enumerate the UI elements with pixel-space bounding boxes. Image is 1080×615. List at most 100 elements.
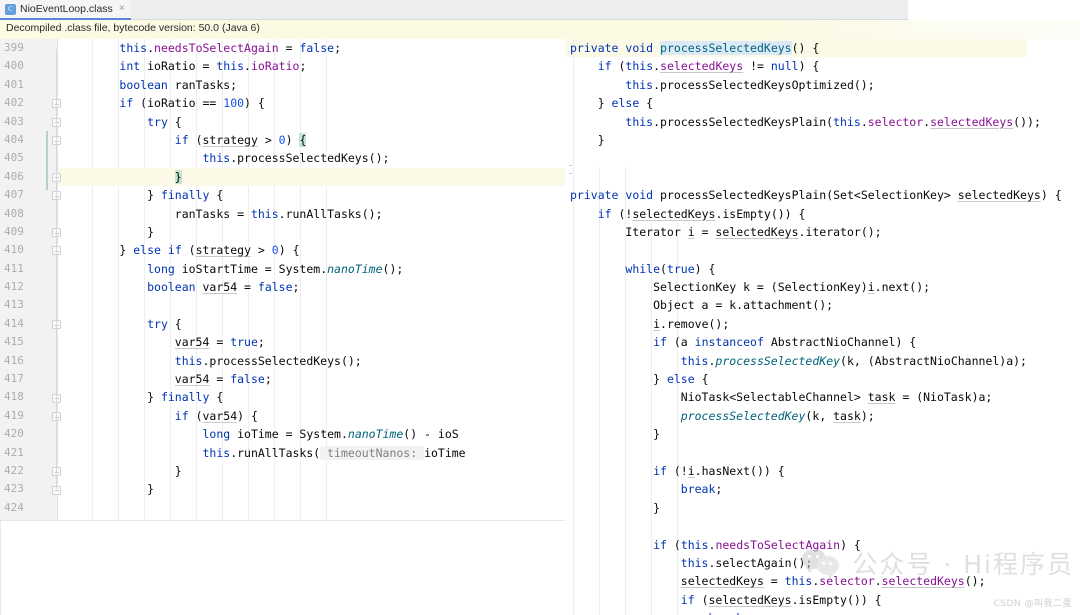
left-pane-empty-region [0, 520, 583, 615]
editor-area: 399 400 401 402 403 404 405 406 407 408 409 410 411 4… [0, 39, 1080, 615]
code-line[interactable]: if (strategy > 0) { [64, 131, 583, 149]
code-line[interactable]: this.processSelectedKeysPlain(this.selec… [570, 113, 1080, 131]
code-line[interactable]: if (ioRatio == 100) { [64, 94, 583, 112]
line-number: 406 [4, 169, 24, 183]
code-line[interactable]: try { [64, 315, 583, 333]
code-line[interactable]: boolean var54 = false; [64, 278, 583, 296]
line-number: 410 [4, 243, 24, 257]
line-number: 421 [4, 445, 24, 459]
code-line[interactable]: NioTask<SelectableChannel> task = (NioTa… [570, 388, 1080, 406]
close-icon[interactable]: × [117, 4, 125, 14]
code-line[interactable] [64, 499, 583, 517]
code-line[interactable]: } else { [570, 94, 1080, 112]
left-code-content[interactable]: this.needsToSelectAgain = false; int ioR… [58, 39, 583, 517]
code-line[interactable]: break; [570, 480, 1080, 498]
code-line[interactable]: if (this.selectedKeys != null) { [570, 57, 1080, 75]
line-number: 424 [4, 500, 24, 514]
code-line[interactable]: while(true) { [570, 260, 1080, 278]
editor-tab-bar: C NioEventLoop.class × [0, 0, 908, 20]
line-number: 411 [4, 261, 24, 275]
watermark-credit: CSDN @叫我二蛋 [993, 599, 1072, 609]
line-number: 407 [4, 188, 24, 202]
code-line[interactable]: processSelectedKey(k, task); [570, 407, 1080, 425]
line-number: 417 [4, 372, 24, 386]
fold-rail-line [56, 49, 57, 489]
code-line[interactable]: var54 = false; [64, 370, 583, 388]
code-line[interactable]: } else { [570, 370, 1080, 388]
code-line[interactable]: } [570, 499, 1080, 517]
code-line[interactable]: var54 = true; [64, 333, 583, 351]
decompiled-notice-text: Decompiled .class file, bytecode version… [6, 22, 260, 34]
code-line[interactable]: if (!selectedKeys.isEmpty()) { [570, 205, 1080, 223]
code-line[interactable]: try { [64, 113, 583, 131]
code-line[interactable]: this.processSelectedKey(k, (AbstractNioC… [570, 352, 1080, 370]
line-number: 405 [4, 151, 24, 165]
line-number: 422 [4, 463, 24, 477]
line-number: 419 [4, 408, 24, 422]
wechat-watermark: 公众号 · Hi程序员 [802, 545, 1074, 581]
code-line[interactable]: SelectionKey k = (SelectionKey)i.next(); [570, 278, 1080, 296]
line-number-column: 399 400 401 402 403 404 405 406 407 408 409 410 411 4… [0, 39, 40, 517]
code-line[interactable]: if (var54) { [64, 407, 583, 425]
decompiled-notice-banner: Decompiled .class file, bytecode version… [0, 20, 1080, 39]
code-line[interactable]: } [64, 462, 583, 480]
line-number: 400 [4, 59, 24, 73]
code-line[interactable]: ranTasks = this.runAllTasks(); [64, 205, 583, 223]
code-line[interactable]: } [570, 131, 1080, 149]
code-line[interactable]: if (!i.hasNext()) { [570, 462, 1080, 480]
code-line[interactable]: int ioRatio = this.ioRatio; [64, 57, 583, 75]
code-line[interactable]: if (a instanceof AbstractNioChannel) { [570, 333, 1080, 351]
line-number: 418 [4, 390, 24, 404]
code-line[interactable]: long ioTime = System.nanoTime() - ioS [64, 425, 583, 443]
wechat-icon [802, 548, 842, 579]
code-line[interactable]: i.remove(); [570, 315, 1080, 333]
code-line[interactable]: Object a = k.attachment(); [570, 296, 1080, 314]
code-line[interactable]: this.processSelectedKeysOptimized(); [570, 76, 1080, 94]
line-number: 416 [4, 353, 24, 367]
code-line[interactable]: private void processSelectedKeys() { [570, 39, 1080, 57]
code-line[interactable]: long ioStartTime = System.nanoTime(); [64, 260, 583, 278]
code-line[interactable] [570, 517, 1080, 535]
line-number: 409 [4, 224, 24, 238]
line-number: 412 [4, 280, 24, 294]
code-line[interactable]: } [64, 168, 583, 186]
code-line[interactable]: this.runAllTasks( timeoutNanos: ioTime [64, 444, 583, 462]
line-number: 403 [4, 114, 24, 128]
left-editor-pane[interactable]: 399 400 401 402 403 404 405 406 407 408 409 410 411 4… [0, 39, 583, 520]
code-block-bracket [46, 131, 48, 190]
line-number: 415 [4, 335, 24, 349]
line-number: 399 [4, 41, 24, 54]
code-line[interactable] [64, 296, 583, 314]
editor-tab-label: NioEventLoop.class [20, 3, 113, 15]
code-line[interactable]: } finally { [64, 388, 583, 406]
code-line[interactable] [570, 241, 1080, 259]
code-line[interactable]: private void processSelectedKeysPlain(Se… [570, 186, 1080, 204]
ide-window: C NioEventLoop.class × Decompiled .class… [0, 0, 1080, 615]
line-number: 402 [4, 96, 24, 110]
right-editor-pane[interactable]: private void processSelectedKeys() { if … [565, 39, 1080, 615]
line-number: 420 [4, 427, 24, 441]
code-line[interactable] [570, 168, 1080, 186]
right-code-content[interactable]: private void processSelectedKeys() { if … [570, 39, 1080, 615]
code-line[interactable]: Iterator i = selectedKeys.iterator(); [570, 223, 1080, 241]
left-gutter[interactable]: 399 400 401 402 403 404 405 406 407 408 409 410 411 4… [0, 39, 58, 520]
editor-tab-nioeventloop[interactable]: C NioEventLoop.class × [0, 0, 131, 20]
code-line[interactable]: } [64, 223, 583, 241]
code-line[interactable]: this.processSelectedKeys(); [64, 352, 583, 370]
code-line[interactable]: this.processSelectedKeys(); [64, 149, 583, 167]
left-pane-edge [0, 521, 1, 615]
code-line[interactable]: break; [570, 609, 1080, 615]
code-line[interactable]: } [570, 425, 1080, 443]
code-line[interactable] [570, 444, 1080, 462]
line-number: 423 [4, 482, 24, 496]
line-number: 414 [4, 316, 24, 330]
code-line[interactable]: } finally { [64, 186, 583, 204]
code-line[interactable]: } else if (strategy > 0) { [64, 241, 583, 259]
line-number: 404 [4, 132, 24, 146]
code-line[interactable] [570, 149, 1080, 167]
line-number: 408 [4, 206, 24, 220]
code-line[interactable]: this.needsToSelectAgain = false; [64, 39, 583, 57]
code-line[interactable]: boolean ranTasks; [64, 76, 583, 94]
code-line[interactable]: } [64, 480, 583, 498]
line-number: 413 [4, 298, 24, 312]
